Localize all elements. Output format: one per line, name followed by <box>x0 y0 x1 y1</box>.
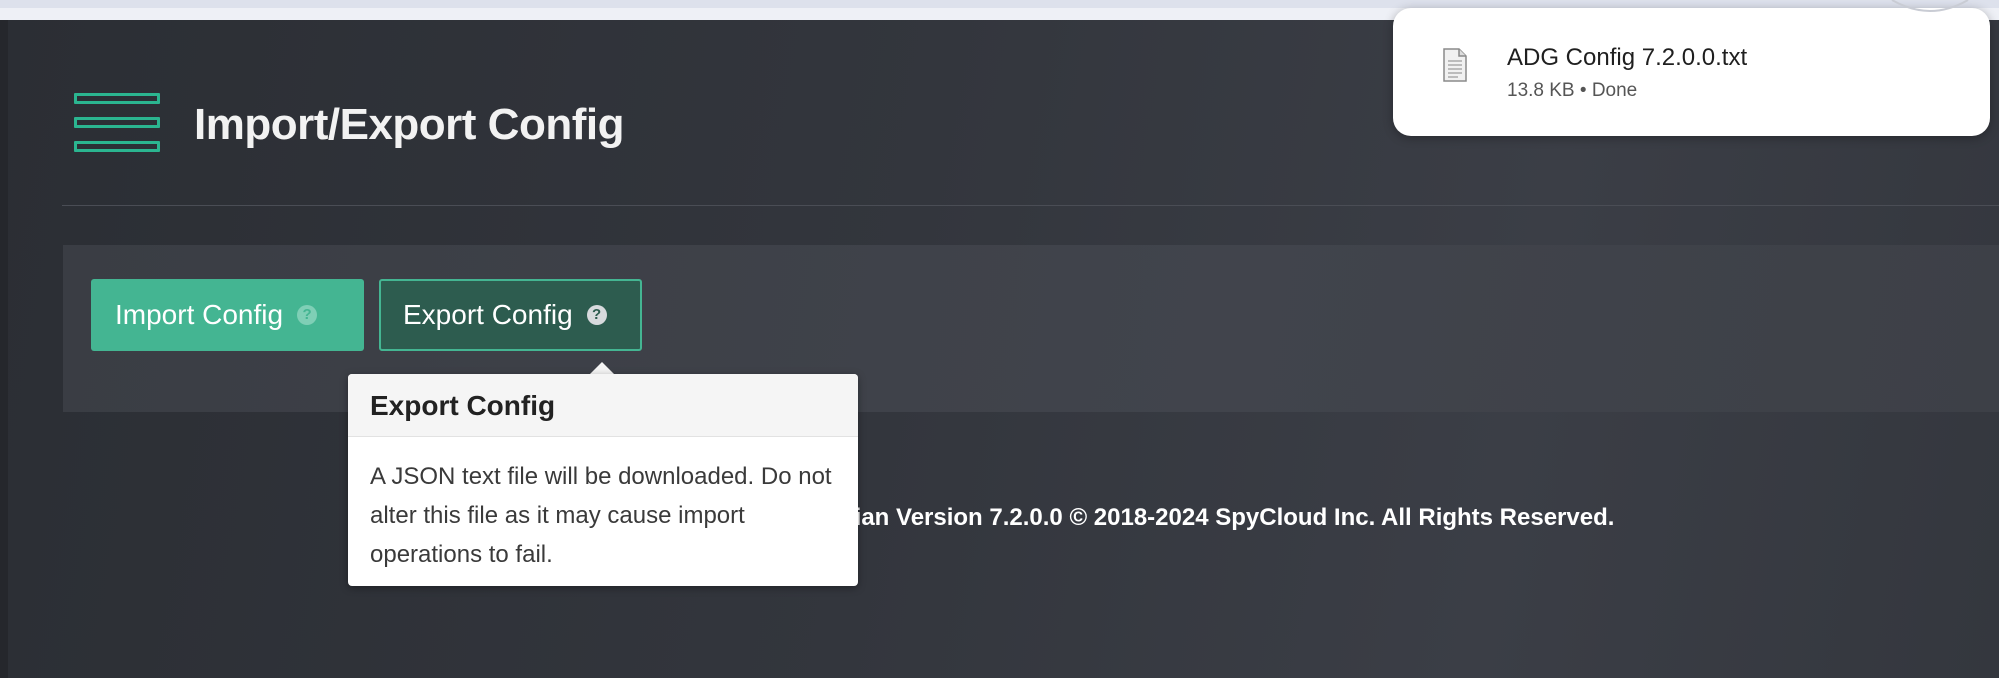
tooltip-title: Export Config <box>348 374 858 437</box>
file-document-icon <box>1443 48 1467 82</box>
left-rail <box>0 20 8 683</box>
export-help-icon[interactable]: ? <box>586 305 607 325</box>
header-divider <box>62 205 1999 206</box>
browser-corner-decoration <box>1891 0 1969 12</box>
import-config-label: Import Config <box>115 299 284 330</box>
export-config-button[interactable]: Export Config ? <box>379 279 642 351</box>
download-notification[interactable]: ADG Config 7.2.0.0.txt 13.8 KB • Done <box>1393 8 1990 136</box>
export-config-tooltip: Export Config A JSON text file will be d… <box>348 374 858 586</box>
download-status: 13.8 KB • Done <box>1507 80 1638 101</box>
browser-top-strip-inner <box>0 0 1999 8</box>
hamburger-bar-middle <box>74 117 160 128</box>
page-header: Import/Export Config <box>74 80 624 170</box>
copyright-text: dian Version 7.2.0.0 © 2018-2024 SpyClou… <box>840 504 1615 531</box>
import-config-button[interactable]: Import Config ? <box>91 279 364 351</box>
download-file-name[interactable]: ADG Config 7.2.0.0.txt <box>1507 44 1747 72</box>
bottom-strip <box>0 678 1999 683</box>
tooltip-body: A JSON text file will be downloaded. Do … <box>370 463 832 568</box>
hamburger-bar-bottom <box>74 141 160 152</box>
export-config-label: Export Config <box>403 299 573 330</box>
hamburger-menu-icon[interactable] <box>74 93 166 157</box>
page-title: Import/Export Config <box>194 100 624 149</box>
hamburger-bar-top <box>74 93 160 104</box>
import-help-icon[interactable]: ? <box>297 305 318 325</box>
